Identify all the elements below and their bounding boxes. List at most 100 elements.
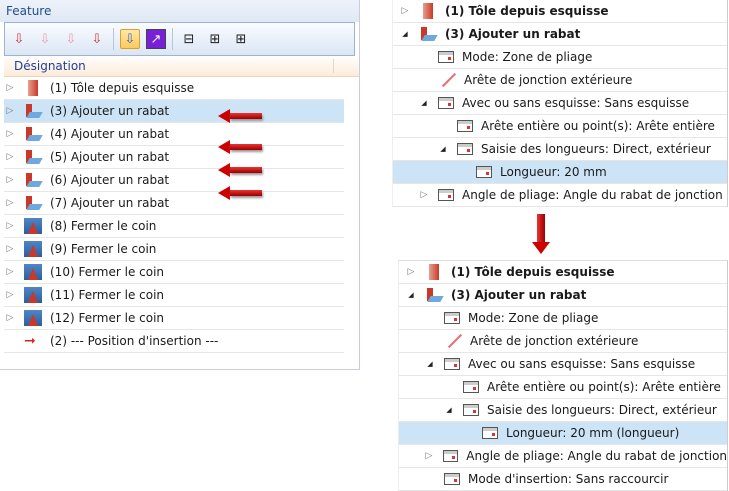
tree-row[interactable]: ◢ Saisie des longueurs: Direct, extérieur [393, 138, 727, 161]
expand-icon[interactable]: ▷ [4, 129, 16, 139]
expand-all-icon[interactable]: ⊞ [231, 29, 251, 49]
expand-icon[interactable]: ◢ [405, 291, 417, 299]
red-arrow-icon [218, 140, 262, 154]
tree-row[interactable]: Mode: Zone de pliage [399, 307, 727, 330]
expand-icon[interactable]: ▷ [4, 244, 16, 254]
expand-icon[interactable]: ◢ [399, 30, 411, 38]
param-icon [457, 120, 473, 132]
tree-row[interactable]: ▷ (5) Ajouter un rabat [4, 146, 344, 169]
expand-icon[interactable]: ▷ [4, 290, 16, 300]
row-label: (9) Fermer le coin [50, 242, 157, 256]
expand-icon[interactable]: ▷ [4, 221, 16, 231]
sheet-icon [429, 264, 439, 280]
jump-icon[interactable]: ↗ [146, 29, 166, 49]
row-label: (2) --- Position d'insertion --- [50, 334, 219, 348]
param-icon [463, 404, 479, 416]
expand-icon[interactable]: ▷ [4, 83, 16, 93]
expand-icon[interactable]: ▷ [399, 6, 411, 16]
tree-row[interactable]: ▷ (11) Fermer le coin [4, 284, 344, 307]
column-header[interactable]: Désignation [4, 56, 359, 77]
tree-row[interactable]: ◢ Avec ou sans esquisse: Sans esquisse [399, 353, 727, 376]
row-label: Longueur: 20 mm [500, 165, 607, 179]
expand-icon[interactable]: ▷ [423, 451, 435, 461]
tree-row[interactable]: ▷ (1) Tôle depuis esquisse [393, 0, 727, 23]
tree-row[interactable]: ◢ (3) Ajouter un rabat [399, 284, 727, 307]
expand-icon[interactable]: ▷ [4, 152, 16, 162]
expand-icon[interactable]: ◢ [418, 99, 430, 107]
corner-icon [24, 264, 42, 280]
corner-icon [24, 218, 42, 234]
row-label: (5) Ajouter un rabat [50, 150, 170, 164]
tree-row[interactable]: ◢ Saisie des longueurs: Direct, extérieur [399, 399, 727, 422]
row-label: Angle de pliage: Angle du rabat de jonct… [466, 449, 728, 463]
flange-icon [24, 195, 42, 211]
expand-icon[interactable]: ◢ [443, 406, 455, 414]
tree-row[interactable]: ▷ (1) Tôle depuis esquisse [4, 77, 344, 100]
tree-row[interactable]: Arête entière ou point(s): Arête entière [393, 115, 727, 138]
row-label: Saisie des longueurs: Direct, extérieur [481, 142, 711, 156]
param-icon [444, 358, 460, 370]
tree-row[interactable]: ▷ (12) Fermer le coin [4, 307, 344, 330]
corner-icon [24, 310, 42, 326]
tree-row[interactable]: ▷ (7) Ajouter un rabat [4, 192, 344, 215]
expand-icon[interactable]: ▷ [4, 106, 16, 116]
row-label: (11) Fermer le coin [50, 288, 165, 302]
row-label: Mode d'insertion: Sans raccourcir [468, 472, 669, 486]
param-icon [457, 143, 473, 155]
row-label: (1) Tôle depuis esquisse [445, 4, 609, 18]
row-label: (12) Fermer le coin [50, 311, 165, 325]
collapse-up-icon[interactable]: ⊟ [179, 29, 199, 49]
tree-row[interactable]: ▷ (6) Ajouter un rabat [4, 169, 344, 192]
flange-icon [24, 103, 42, 119]
param-icon [438, 97, 454, 109]
insert-icon[interactable]: ⇩ [9, 29, 29, 49]
tree-row[interactable]: ▷ Angle de pliage: Angle du rabat de jonc… [399, 445, 727, 468]
column-designation[interactable]: Désignation [14, 59, 334, 73]
tree-row[interactable]: ▷ (3) Ajouter un rabat [4, 100, 344, 123]
expand-icon[interactable]: ▷ [418, 190, 430, 200]
tree-row[interactable]: ▷ (8) Fermer le coin [4, 215, 344, 238]
expand-2-icon[interactable]: ⊞ [205, 29, 225, 49]
row-label: Arête de jonction extérieure [470, 334, 639, 348]
insert-sketch-icon[interactable]: ⇩ [87, 29, 107, 49]
expand-icon[interactable]: ▷ [4, 313, 16, 323]
row-label: (3) Ajouter un rabat [50, 104, 170, 118]
tree-row[interactable]: Longueur: 20 mm (longueur) [399, 422, 727, 445]
tree-row[interactable]: Arête de jonction extérieure [393, 69, 727, 92]
param-icon [438, 189, 454, 201]
insert-active-icon[interactable]: ⇩ [120, 29, 140, 49]
expand-icon[interactable]: ▷ [4, 198, 16, 208]
row-label: (10) Fermer le coin [50, 265, 165, 279]
tree-row[interactable]: ➞ (2) --- Position d'insertion --- [4, 330, 344, 353]
row-label: (1) Tôle depuis esquisse [451, 265, 615, 279]
row-label: (3) Ajouter un rabat [451, 288, 587, 302]
expand-icon[interactable]: ▷ [405, 267, 417, 277]
tree-row[interactable]: Mode: Zone de pliage [393, 46, 727, 69]
row-label: Arête entière ou point(s): Arête entière [481, 119, 715, 133]
red-arrow-icon [218, 109, 262, 123]
tree-row[interactable]: Longueur: 20 mm [393, 161, 727, 184]
tree-row[interactable]: ▷ (4) Ajouter un rabat [4, 123, 344, 146]
param-icon [444, 473, 460, 485]
red-arrow-icon [218, 163, 262, 177]
row-label: Angle de pliage: Angle du rabat de jonct… [462, 188, 723, 202]
toolbar: ⇩ ⇩ ⇩ ⇩ ⇩ ↗ ⊟ ⊞ ⊞ [4, 22, 355, 56]
tree-row[interactable]: ◢ Avec ou sans esquisse: Sans esquisse [393, 92, 727, 115]
tree-row[interactable]: ▷ (1) Tôle depuis esquisse [399, 261, 727, 284]
expand-icon[interactable]: ◢ [424, 360, 436, 368]
tree-row[interactable]: ◢ (3) Ajouter un rabat [393, 23, 727, 46]
tree-row[interactable]: Arête entière ou point(s): Arête entière [399, 376, 727, 399]
tree-row[interactable]: ▷ (10) Fermer le coin [4, 261, 344, 284]
expand-icon[interactable]: ▷ [4, 267, 16, 277]
expand-icon[interactable]: ▷ [4, 175, 16, 185]
tree-row[interactable]: Arête de jonction extérieure [399, 330, 727, 353]
row-label: Mode: Zone de pliage [462, 50, 593, 64]
insert-disabled-2-icon[interactable]: ⇩ [61, 29, 81, 49]
expand-icon[interactable]: ◢ [437, 145, 449, 153]
insert-disabled-icon[interactable]: ⇩ [35, 29, 55, 49]
param-icon [482, 427, 498, 439]
tree-row[interactable]: ▷ (9) Fermer le coin [4, 238, 344, 261]
tree-row[interactable]: ▷ Angle de pliage: Angle du rabat de jonc… [393, 184, 727, 207]
tree-row[interactable]: Mode d'insertion: Sans raccourcir [399, 468, 727, 491]
row-label: Saisie des longueurs: Direct, extérieur [487, 403, 717, 417]
